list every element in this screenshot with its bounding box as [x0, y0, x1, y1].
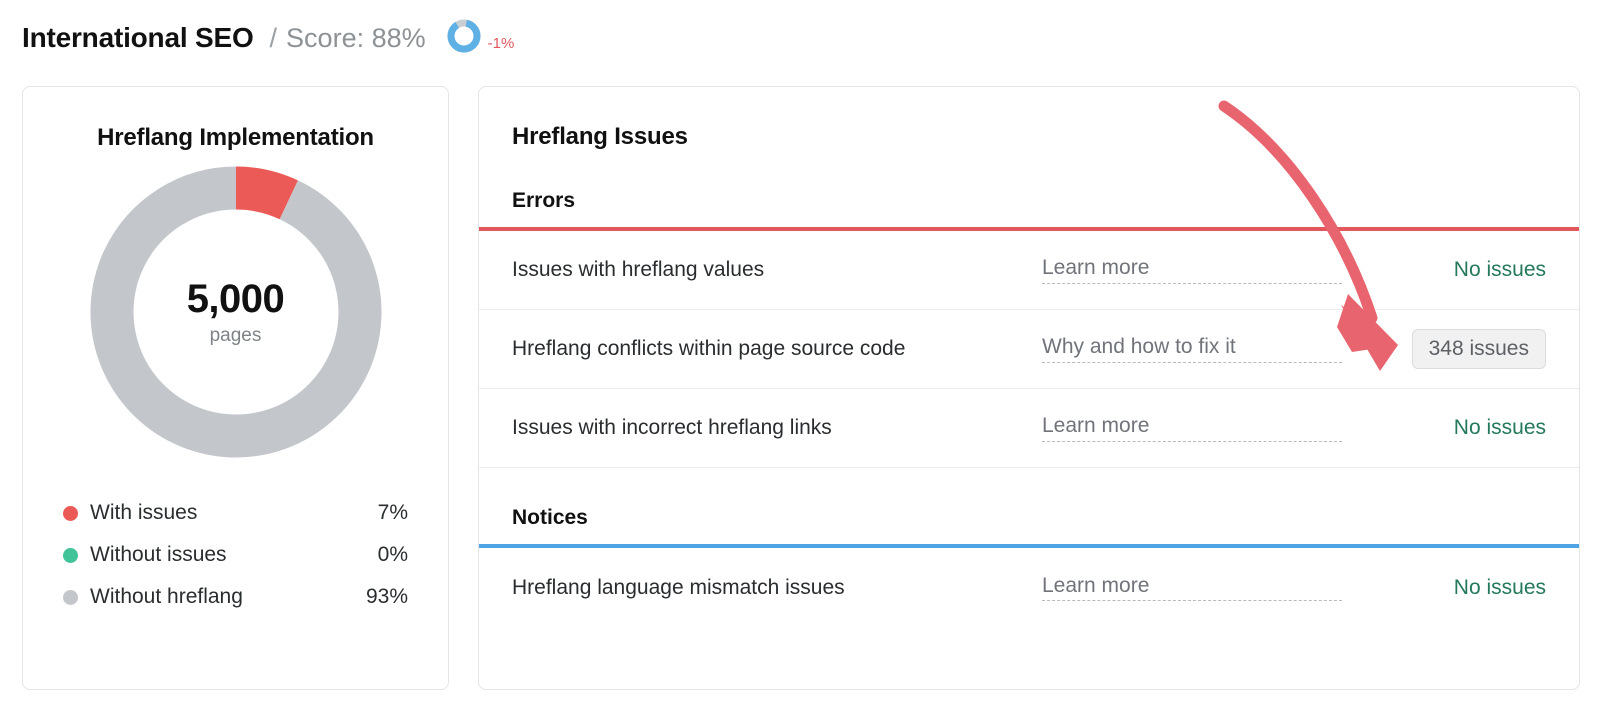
issue-link-cell: Learn more: [1026, 256, 1356, 284]
legend-color-dot-without-issues: [63, 547, 78, 563]
issue-status-cell: 348 issues: [1356, 329, 1546, 369]
learn-more-link[interactable]: Learn more: [1042, 414, 1342, 442]
hreflang-issues-card: Hreflang Issues Errors Issues with hrefl…: [478, 86, 1580, 690]
legend-label: Without issues: [90, 543, 227, 566]
issue-link-cell: Learn more: [1026, 414, 1356, 442]
issue-link-cell: Learn more: [1026, 574, 1356, 602]
legend-item: Without hreflang 93%: [63, 576, 408, 618]
issue-count-button[interactable]: 348 issues: [1411, 329, 1546, 369]
issue-status-cell: No issues: [1356, 576, 1546, 600]
legend-value: 0%: [377, 543, 408, 566]
legend-value: 93%: [365, 585, 408, 608]
page-title: International SEO: [22, 22, 254, 53]
page-header: International SEO / Score: 88% -1%: [22, 12, 514, 64]
score-delta: -1%: [487, 35, 515, 52]
issue-name: Issues with incorrect hreflang links: [512, 416, 832, 439]
issue-status-cell: No issues: [1356, 416, 1546, 440]
issue-name: Hreflang language mismatch issues: [512, 575, 845, 599]
learn-more-link[interactable]: Learn more: [1042, 256, 1342, 284]
issue-link-cell: Why and how to fix it: [1026, 335, 1356, 363]
legend-color-dot-with-issues: [63, 505, 78, 521]
header-separator: /: [269, 22, 278, 53]
issue-row[interactable]: Hreflang conflicts within page source co…: [479, 310, 1579, 389]
legend-color-dot-without-hreflang: [63, 589, 78, 605]
status-no-issues: No issues: [1453, 258, 1546, 281]
legend-label: With issues: [90, 501, 198, 524]
legend-value: 7%: [377, 501, 408, 524]
learn-more-link[interactable]: Learn more: [1042, 574, 1342, 602]
legend-item: With issues 7%: [63, 492, 408, 534]
score-donut-icon: [446, 18, 482, 59]
hreflang-donut-chart: 5,000 pages: [23, 166, 448, 458]
issue-row[interactable]: Issues with hreflang values Learn more N…: [479, 231, 1579, 310]
donut-legend: With issues 7% Without issues 0% Without…: [63, 492, 408, 618]
status-no-issues: No issues: [1453, 416, 1546, 439]
card-title: Hreflang Issues: [512, 123, 688, 150]
issue-name: Hreflang conflicts within page source co…: [512, 337, 906, 360]
card-title: Hreflang Implementation: [97, 124, 374, 151]
issue-status-cell: No issues: [1356, 258, 1546, 282]
legend-label: Without hreflang: [90, 585, 243, 608]
why-and-how-to-fix-it-link[interactable]: Why and how to fix it: [1042, 335, 1342, 363]
issue-name: Issues with hreflang values: [512, 258, 765, 281]
hreflang-implementation-card: Hreflang Implementation 5,000 pages With…: [22, 86, 449, 690]
score-label: Score: 88%: [286, 22, 426, 53]
section-heading-notices: Notices: [512, 506, 588, 529]
issue-row[interactable]: Issues with incorrect hreflang links Lea…: [479, 389, 1579, 468]
status-no-issues: No issues: [1453, 575, 1546, 599]
section-heading-errors: Errors: [512, 189, 576, 212]
issue-row[interactable]: Hreflang language mismatch issues Learn …: [479, 548, 1579, 627]
legend-item: Without issues 0%: [63, 534, 408, 576]
